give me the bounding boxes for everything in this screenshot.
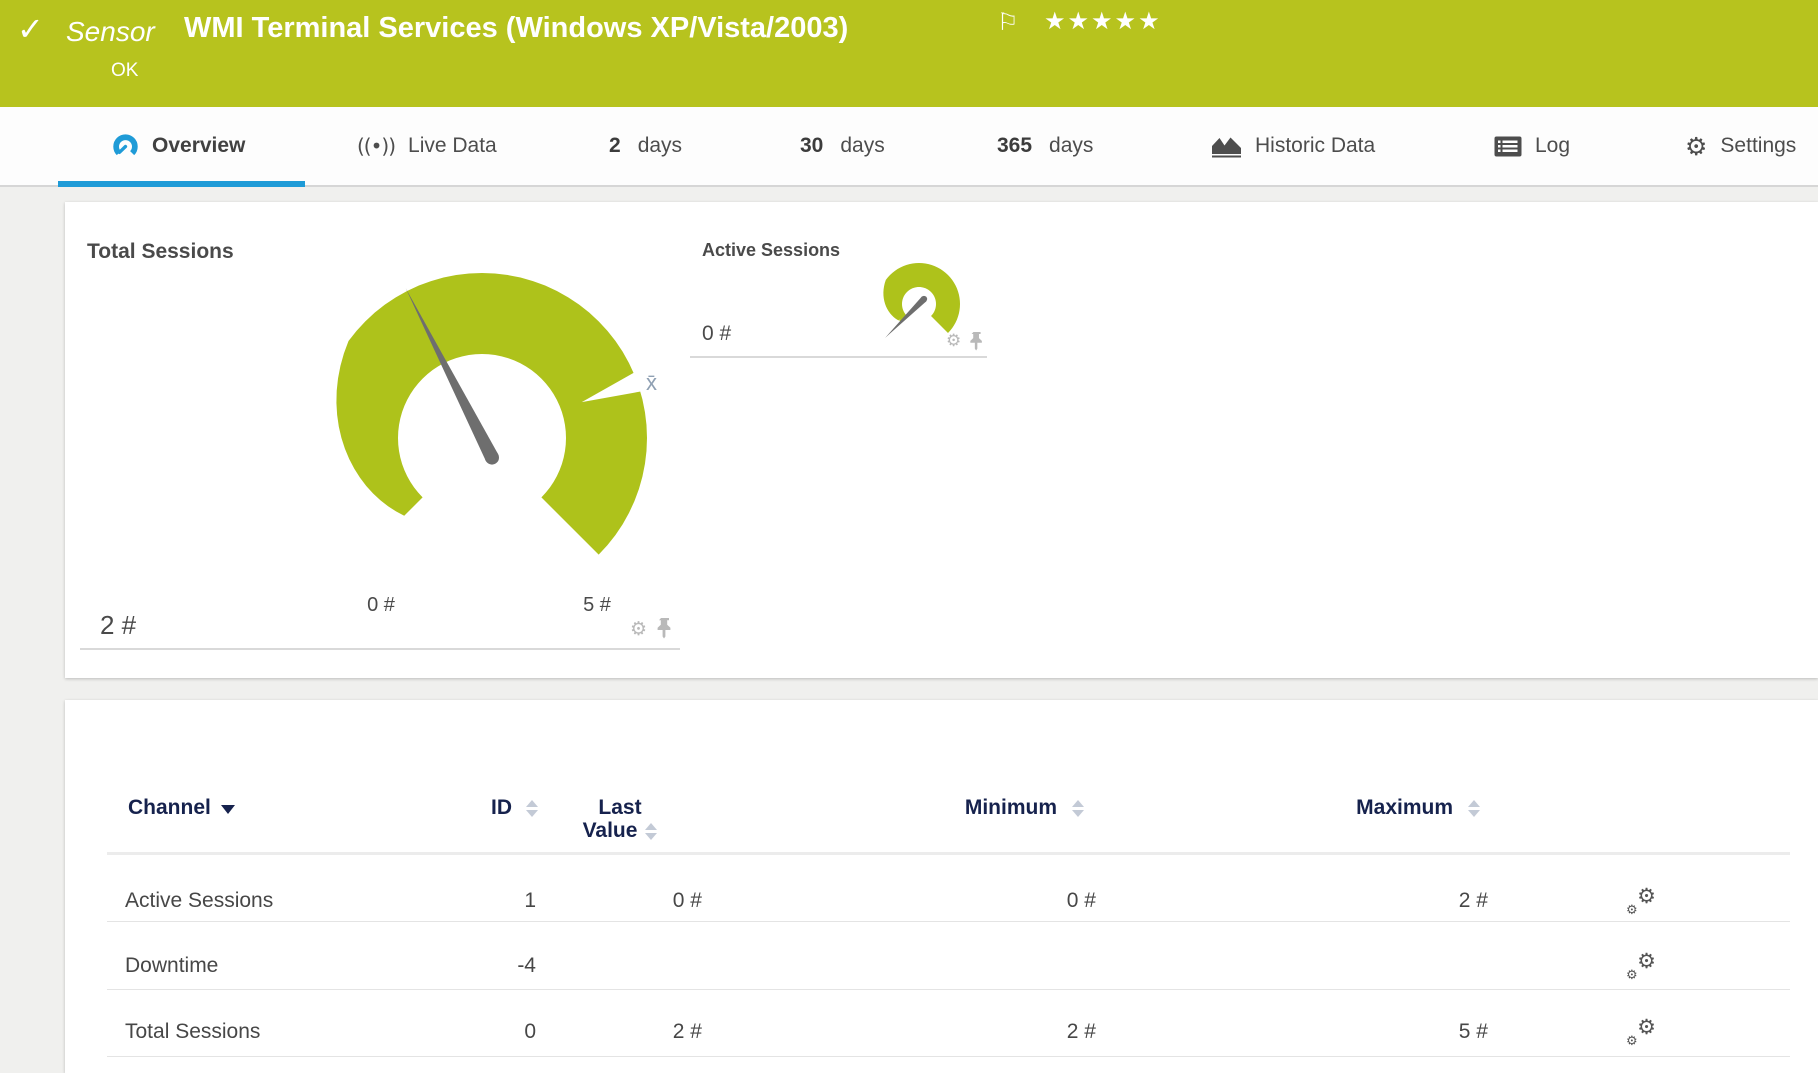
- sort-toggle-icon[interactable]: [526, 800, 538, 817]
- tab-overview-label: Overview: [152, 134, 245, 158]
- tab-log-label: Log: [1535, 134, 1570, 158]
- column-header-maximum-label: Maximum: [1356, 796, 1453, 819]
- gauge-max-label: 5 #: [552, 594, 642, 617]
- status-ok-check-icon: ✓: [17, 10, 44, 48]
- total-sessions-gauge[interactable]: [280, 238, 700, 583]
- tab-overview[interactable]: Overview: [112, 107, 245, 185]
- tile-divider: [690, 356, 987, 358]
- sort-toggle-icon[interactable]: [1468, 800, 1480, 817]
- active-sessions-gauge[interactable]: [855, 252, 985, 362]
- gear-icon: ⚙: [1685, 134, 1707, 159]
- gauge-min-label: 0 #: [336, 594, 426, 617]
- page-title: WMI Terminal Services (Windows XP/Vista/…: [184, 12, 848, 45]
- column-header-maximum[interactable]: Maximum: [1296, 796, 1453, 820]
- tab-30-days[interactable]: 30 days: [800, 107, 885, 185]
- tab-live-data[interactable]: ((•)) Live Data: [357, 107, 497, 185]
- column-header-last-value-line2: Value: [583, 819, 638, 842]
- table-header-divider: [107, 852, 1790, 855]
- table-row-channel-name[interactable]: Active Sessions: [125, 888, 425, 914]
- table-row-id: -4: [430, 953, 536, 979]
- tab-settings-label: Settings: [1720, 134, 1796, 158]
- tab-2-days[interactable]: 2 days: [609, 107, 682, 185]
- channel-settings-gears-icon[interactable]: ⚙ ⚙: [1626, 888, 1656, 916]
- status-badge: OK: [111, 60, 138, 82]
- column-header-minimum[interactable]: Minimum: [900, 796, 1057, 820]
- tab-settings[interactable]: ⚙ Settings: [1685, 107, 1796, 185]
- sort-toggle-icon[interactable]: [1072, 800, 1084, 817]
- table-row-minimum: [950, 953, 1096, 979]
- priority-stars[interactable]: ★★★★★: [1044, 7, 1162, 35]
- channel-settings-gears-icon[interactable]: ⚙ ⚙: [1626, 1019, 1656, 1047]
- list-icon: [1494, 136, 1522, 157]
- tab-historic-data-label: Historic Data: [1255, 134, 1375, 158]
- table-row-id: 1: [430, 888, 536, 914]
- table-row-maximum: [1340, 953, 1488, 979]
- row-divider: [107, 921, 1790, 922]
- row-divider: [107, 989, 1790, 990]
- tab-live-data-label: Live Data: [408, 134, 497, 158]
- table-row-id: 0: [430, 1019, 536, 1045]
- table-row-channel-name[interactable]: Total Sessions: [125, 1019, 425, 1045]
- table-row-last-value: 2 #: [560, 1019, 702, 1045]
- table-row-channel-name[interactable]: Downtime: [125, 953, 425, 979]
- table-row-minimum: 0 #: [950, 888, 1096, 914]
- tile-settings-gear-icon[interactable]: ⚙: [630, 620, 647, 639]
- column-header-id[interactable]: ID: [420, 796, 512, 820]
- area-chart-icon: [1211, 135, 1242, 158]
- tab-30-days-label: days: [840, 134, 884, 158]
- sensor-header: ✓ Sensor WMI Terminal Services (Windows …: [0, 0, 1818, 107]
- table-row-maximum: 2 #: [1340, 888, 1488, 914]
- column-header-id-label: ID: [491, 796, 512, 819]
- tab-365-days-number: 365: [997, 134, 1032, 158]
- column-header-last-value-line1: Last: [555, 796, 685, 819]
- column-header-channel[interactable]: Channel: [128, 796, 235, 820]
- tile-settings-gear-icon[interactable]: ⚙: [946, 333, 961, 350]
- row-divider: [107, 1056, 1790, 1057]
- tab-historic-data[interactable]: Historic Data: [1211, 107, 1375, 185]
- pin-icon[interactable]: [655, 617, 675, 639]
- tab-365-days[interactable]: 365 days: [997, 107, 1093, 185]
- tile-divider: [80, 648, 680, 650]
- active-sessions-current-value: 0 #: [702, 322, 731, 346]
- tab-log[interactable]: Log: [1494, 107, 1570, 185]
- tab-2-days-number: 2: [609, 134, 621, 158]
- channel-settings-gears-icon[interactable]: ⚙ ⚙: [1626, 953, 1656, 981]
- column-header-minimum-label: Minimum: [965, 796, 1057, 819]
- channels-panel: [65, 700, 1818, 1073]
- table-row-last-value: 0 #: [560, 888, 702, 914]
- gauge-title-active-sessions: Active Sessions: [702, 240, 840, 261]
- total-sessions-current-value: 2 #: [100, 610, 136, 641]
- table-row-minimum: 2 #: [950, 1019, 1096, 1045]
- table-row-maximum: 5 #: [1340, 1019, 1488, 1045]
- flag-icon[interactable]: ⚐: [997, 8, 1019, 36]
- tab-2-days-label: days: [638, 134, 682, 158]
- gauge-icon: [112, 133, 139, 160]
- average-marker-label: x̄: [646, 370, 657, 396]
- broadcast-icon: ((•)): [357, 134, 395, 158]
- gauge-title-total-sessions: Total Sessions: [87, 240, 234, 264]
- pin-icon[interactable]: [968, 331, 986, 351]
- sort-desc-icon: [221, 805, 235, 814]
- tab-365-days-label: days: [1049, 134, 1093, 158]
- object-type-label: Sensor: [66, 16, 155, 48]
- column-header-channel-label: Channel: [128, 796, 211, 819]
- tab-30-days-number: 30: [800, 134, 823, 158]
- active-tab-indicator: [58, 181, 305, 187]
- table-row-last-value: [560, 953, 702, 979]
- sort-toggle-icon[interactable]: [645, 823, 657, 840]
- column-header-last-value[interactable]: Last Value: [555, 796, 685, 842]
